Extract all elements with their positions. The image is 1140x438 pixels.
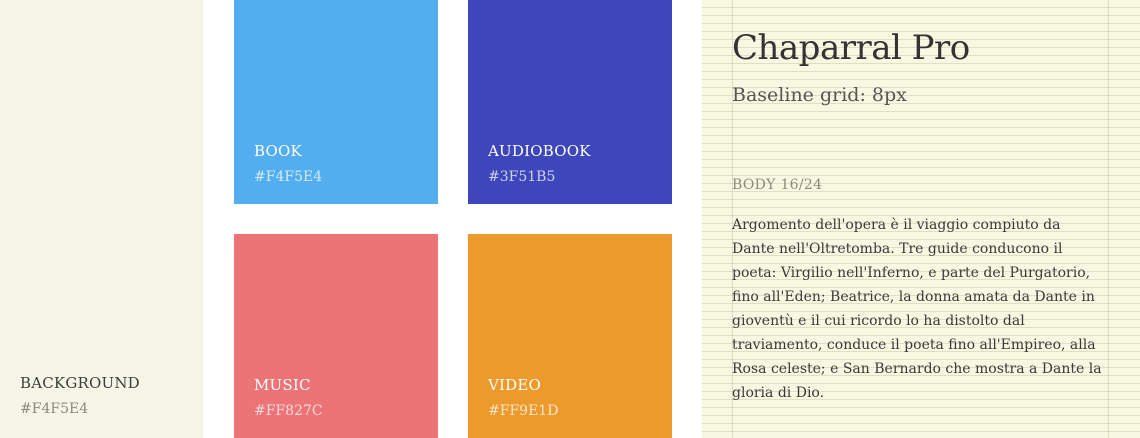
body-spec: BODY 16/24 xyxy=(732,177,823,193)
video-swatch: VIDEO #FF9E1D xyxy=(468,234,672,438)
book-swatch: BOOK #F4F5E4 xyxy=(234,0,438,204)
book-hex: #F4F5E4 xyxy=(254,169,323,185)
typography-specimen: Chaparral Pro Baseline grid: 8px BODY 16… xyxy=(702,0,1140,438)
music-swatch: MUSIC #FF827C xyxy=(234,234,438,438)
music-label: MUSIC xyxy=(254,376,311,394)
audiobook-swatch: AUDIOBOOK #3F51B5 xyxy=(468,0,672,204)
background-hex: #F4F5E4 xyxy=(20,401,89,417)
music-hex: #FF827C xyxy=(254,403,323,419)
video-label: VIDEO xyxy=(488,376,542,394)
background-label: BACKGROUND xyxy=(20,374,140,392)
grid-guide xyxy=(1108,0,1109,438)
background-swatch: BACKGROUND #F4F5E4 xyxy=(0,0,203,438)
video-hex: #FF9E1D xyxy=(488,403,559,419)
audiobook-hex: #3F51B5 xyxy=(488,169,556,185)
body-sample-text: Argomento dell'opera è il viaggio compiu… xyxy=(732,217,1102,401)
book-label: BOOK xyxy=(254,142,302,160)
audiobook-label: AUDIOBOOK xyxy=(488,142,591,160)
baseline-grid-note: Baseline grid: 8px xyxy=(732,84,907,106)
font-name: Chaparral Pro xyxy=(732,28,970,68)
